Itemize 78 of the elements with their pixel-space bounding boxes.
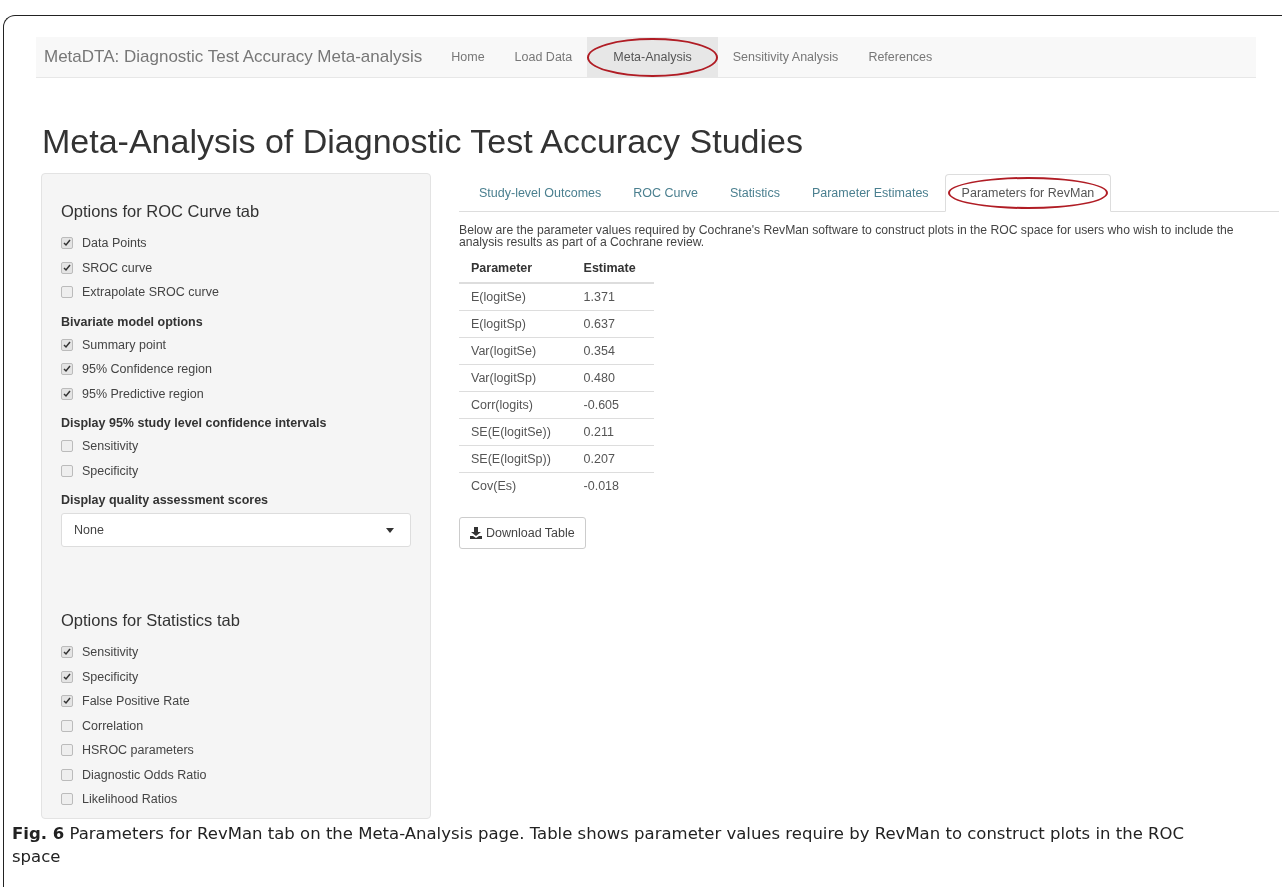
- table-cell: E(logitSe): [459, 283, 572, 311]
- checkbox[interactable]: [61, 338, 73, 351]
- checkbox[interactable]: [61, 719, 73, 732]
- check-icon: [63, 239, 71, 248]
- table-cell: Var(logitSe): [459, 337, 572, 365]
- table-cell: Corr(logits): [459, 391, 572, 419]
- section-title: Options for ROC Curve tab: [61, 202, 261, 221]
- check-icon: [63, 697, 71, 706]
- nav-link[interactable]: Load Data: [499, 37, 588, 77]
- download-button[interactable]: Download Table: [459, 517, 586, 549]
- column-header: Parameter: [459, 254, 572, 283]
- checkbox-label: Diagnostic Odds Ratio: [82, 767, 207, 782]
- checkbox-label: Correlation: [82, 718, 144, 733]
- option-heading: Display 95% study level confidence intervals: [61, 416, 328, 430]
- checkbox-label: Sensitivity: [82, 439, 139, 454]
- checkbox[interactable]: [61, 646, 73, 659]
- checkbox-label: SROC curve: [82, 260, 153, 275]
- description-text: Below are the parameter values required by Cochrane's RevMan software to construct plots in the ROC space for users who wish to include the analysis results as part of a Cochrane review.: [459, 224, 1235, 248]
- nav-link[interactable]: References: [853, 37, 948, 77]
- check-icon: [63, 340, 71, 349]
- check-icon: [63, 648, 71, 657]
- table-cell: E(logitSp): [459, 310, 572, 338]
- tab[interactable]: Parameter Estimates: [795, 175, 945, 211]
- table-cell: SE(E(logitSe)): [459, 418, 572, 446]
- checkbox-label: HSROC parameters: [82, 743, 194, 758]
- checkbox[interactable]: [61, 261, 73, 274]
- table-cell: -0.018: [571, 472, 654, 499]
- nav-link[interactable]: Sensitivity Analysis: [717, 37, 854, 77]
- checkbox-label: Data Points: [82, 236, 147, 251]
- checkbox[interactable]: [61, 464, 73, 477]
- option-heading: Bivariate model options: [61, 314, 204, 329]
- table-cell: 0.637: [571, 310, 654, 338]
- check-icon: [63, 263, 71, 272]
- checkbox[interactable]: [61, 670, 73, 683]
- table-cell: 0.211: [571, 418, 654, 446]
- checkbox-label: Summary point: [82, 337, 167, 352]
- checkbox-label: Sensitivity: [82, 645, 139, 660]
- checkbox[interactable]: [61, 744, 73, 757]
- checkbox[interactable]: [61, 768, 73, 781]
- tab[interactable]: ROC Curve: [617, 175, 714, 211]
- checkbox[interactable]: [61, 695, 73, 708]
- section-title: Options for Statistics tab: [61, 611, 241, 630]
- caret-icon: [386, 527, 394, 533]
- check-icon: [63, 389, 71, 398]
- check-icon: [63, 672, 71, 681]
- table-cell: Var(logitSp): [459, 364, 572, 392]
- check-icon: [63, 365, 71, 374]
- checkbox[interactable]: [61, 286, 73, 299]
- page-title: Meta-Analysis of Diagnostic Test Accuracy Studies: [42, 122, 804, 161]
- table-cell: 0.480: [571, 364, 654, 392]
- column-header: Estimate: [571, 254, 654, 283]
- app-brand: MetaDTA: Diagnostic Test Accuracy Meta-analysis: [43, 47, 424, 67]
- table-cell: 0.207: [571, 445, 654, 473]
- checkbox-label: Extrapolate SROC curve: [82, 285, 219, 300]
- checkbox[interactable]: [61, 363, 73, 376]
- checkbox-label: Likelihood Ratios: [82, 792, 178, 807]
- table-cell: SE(E(logitSp)): [459, 445, 572, 473]
- tab[interactable]: Parameters for RevMan: [944, 174, 1112, 212]
- checkbox-label: Specificity: [82, 463, 139, 478]
- tab[interactable]: Statistics: [713, 175, 796, 211]
- tab[interactable]: Study-level Outcomes: [463, 175, 618, 211]
- checkbox[interactable]: [61, 440, 73, 453]
- checkbox-label: False Positive Rate: [82, 694, 190, 709]
- table-cell: 0.354: [571, 337, 654, 365]
- checkbox-label: Specificity: [82, 669, 139, 684]
- option-heading: Display quality assessment scores: [61, 493, 270, 507]
- checkbox[interactable]: [61, 387, 73, 400]
- checkbox-label: 95% Predictive region: [82, 386, 204, 401]
- table-cell: Cov(Es): [459, 472, 572, 499]
- checkbox[interactable]: [61, 793, 73, 806]
- table-cell: 1.371: [571, 283, 654, 311]
- checkbox[interactable]: [61, 237, 73, 250]
- nav-link[interactable]: Meta-Analysis: [587, 37, 718, 77]
- table-cell: -0.605: [571, 391, 654, 419]
- nav-link[interactable]: Home: [436, 37, 500, 77]
- download-icon: [470, 527, 482, 539]
- dropdown-select[interactable]: None: [61, 513, 411, 547]
- checkbox-label: 95% Confidence region: [82, 362, 212, 377]
